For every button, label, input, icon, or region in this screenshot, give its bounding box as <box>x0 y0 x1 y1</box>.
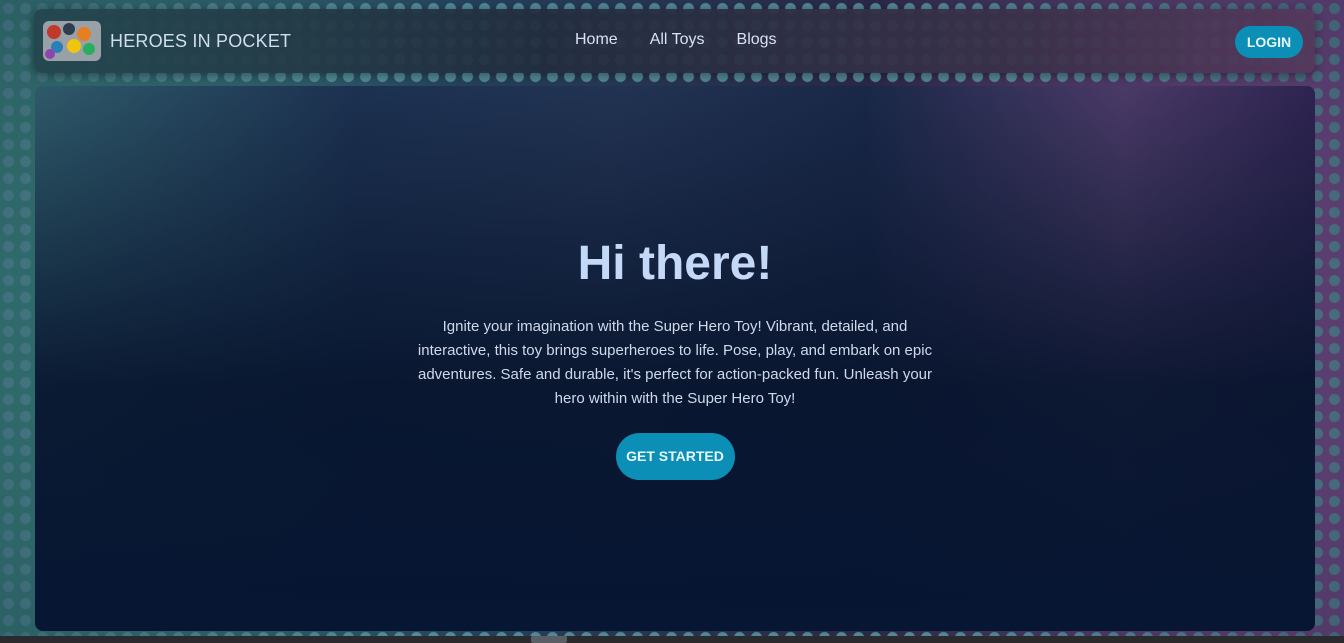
get-started-button[interactable]: GET STARTED <box>615 432 735 480</box>
navbar: HEROES IN POCKET Home All Toys Blogs LOG… <box>34 9 1315 73</box>
scrollbar-thumb[interactable] <box>531 636 567 643</box>
hero-title: Hi there! <box>577 237 773 290</box>
brand[interactable]: HEROES IN POCKET <box>43 21 291 61</box>
hero-content: Hi there! Ignite your imagination with t… <box>35 237 1315 480</box>
nav-all-toys-link[interactable]: All Toys <box>650 31 705 49</box>
nav-home-link[interactable]: Home <box>575 31 618 49</box>
nav-blogs-link[interactable]: Blogs <box>737 31 777 49</box>
toy-collection-logo <box>43 21 101 61</box>
login-button[interactable]: LOGIN <box>1235 26 1303 58</box>
nav-menu: Home All Toys Blogs <box>575 31 777 49</box>
horizontal-scrollbar[interactable] <box>0 636 1344 643</box>
hero-section: Hi there! Ignite your imagination with t… <box>35 86 1315 631</box>
hero-description: Ignite your imagination with the Super H… <box>417 317 933 407</box>
brand-name: HEROES IN POCKET <box>110 30 292 51</box>
